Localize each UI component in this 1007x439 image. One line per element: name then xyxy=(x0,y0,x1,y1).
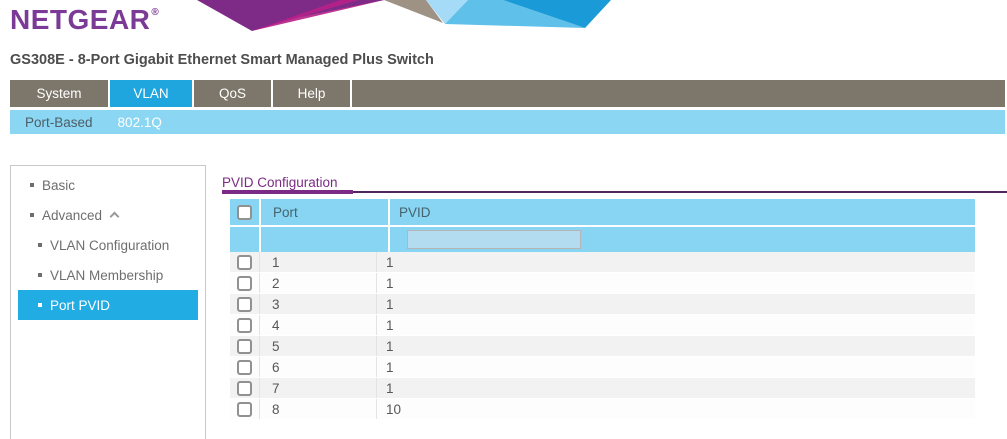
table-row: 3 1 xyxy=(230,294,975,315)
row-checkbox[interactable] xyxy=(237,276,252,291)
port-cell: 8 xyxy=(260,399,377,419)
row-checkbox[interactable] xyxy=(237,402,252,417)
row-checkbox[interactable] xyxy=(237,339,252,354)
row-checkbox[interactable] xyxy=(237,318,252,333)
table-row: 8 10 xyxy=(230,399,975,420)
column-header-port: Port xyxy=(261,199,390,225)
page-title: PVID Configuration xyxy=(222,175,338,190)
table-row: 2 1 xyxy=(230,273,975,294)
pvid-cell: 1 xyxy=(377,294,975,314)
pvid-cell: 1 xyxy=(377,378,975,398)
pvid-table: Port PVID 1 1 2 1 3 1 xyxy=(230,199,975,420)
square-bullet-icon xyxy=(38,303,42,307)
tab-system[interactable]: System xyxy=(10,80,110,107)
row-checkbox[interactable] xyxy=(237,255,252,270)
select-all-checkbox[interactable] xyxy=(237,205,252,220)
registered-trademark: ® xyxy=(151,7,159,18)
netgear-logo: NETGEAR® xyxy=(10,4,159,36)
tab-help[interactable]: Help xyxy=(273,80,352,107)
sidebar-item-label: Basic xyxy=(42,178,75,193)
port-cell: 2 xyxy=(260,273,377,293)
square-bullet-icon xyxy=(30,213,34,217)
tab-vlan[interactable]: VLAN xyxy=(110,80,194,107)
device-title: GS308E - 8-Port Gigabit Ethernet Smart M… xyxy=(10,52,434,68)
table-row: 1 1 xyxy=(230,252,975,273)
sidebar-item-label: VLAN Membership xyxy=(50,268,163,283)
sub-nav: Port-Based 802.1Q xyxy=(10,110,1005,134)
table-edit-row xyxy=(230,227,975,252)
port-cell: 7 xyxy=(260,378,377,398)
subnav-item-8021q[interactable]: 802.1Q xyxy=(118,115,162,130)
page: NETGEAR® GS308E - 8-Port Gigabit Etherne… xyxy=(0,0,1007,439)
sidebar-menu: Basic Advanced VLAN Configuration VLAN M… xyxy=(11,170,205,320)
pvid-cell: 1 xyxy=(377,315,975,335)
square-bullet-icon xyxy=(30,183,34,187)
sidebar-item-basic[interactable]: Basic xyxy=(11,170,205,200)
port-cell: 4 xyxy=(260,315,377,335)
pvid-cell: 10 xyxy=(377,399,975,419)
table-row: 4 1 xyxy=(230,315,975,336)
square-bullet-icon xyxy=(38,273,42,277)
row-checkbox[interactable] xyxy=(237,360,252,375)
port-cell: 6 xyxy=(260,357,377,377)
port-cell: 1 xyxy=(260,252,377,272)
table-header-row: Port PVID xyxy=(230,199,975,225)
table-row: 5 1 xyxy=(230,336,975,357)
sidebar-item-port-pvid[interactable]: Port PVID xyxy=(18,290,198,320)
sidebar-item-label: Advanced xyxy=(42,208,102,223)
pvid-cell: 1 xyxy=(377,336,975,356)
main-nav: System VLAN QoS Help xyxy=(10,80,1005,107)
tab-qos[interactable]: QoS xyxy=(194,80,273,107)
pvid-input[interactable] xyxy=(407,230,581,249)
pvid-cell: 1 xyxy=(377,273,975,293)
row-checkbox[interactable] xyxy=(237,381,252,396)
edit-row-port-cell xyxy=(261,227,390,252)
header-checkbox-cell xyxy=(230,199,261,225)
subnav-item-port-based[interactable]: Port-Based xyxy=(25,115,93,130)
netgear-logo-text: NETGEAR xyxy=(10,4,150,35)
edit-row-pvid-cell xyxy=(390,227,975,252)
chevron-up-icon xyxy=(110,212,120,222)
table-row: 7 1 xyxy=(230,378,975,399)
sidebar: Basic Advanced VLAN Configuration VLAN M… xyxy=(10,165,206,439)
heading-rule-accent xyxy=(222,190,353,194)
table-row: 6 1 xyxy=(230,357,975,378)
sidebar-item-vlan-configuration[interactable]: VLAN Configuration xyxy=(11,230,205,260)
port-cell: 3 xyxy=(260,294,377,314)
sidebar-item-advanced[interactable]: Advanced xyxy=(11,200,205,230)
pvid-cell: 1 xyxy=(377,252,975,272)
column-header-pvid: PVID xyxy=(390,199,975,225)
sidebar-item-label: Port PVID xyxy=(50,298,110,313)
table-body: 1 1 2 1 3 1 4 1 5 1 xyxy=(230,252,975,420)
pvid-cell: 1 xyxy=(377,357,975,377)
square-bullet-icon xyxy=(38,243,42,247)
port-cell: 5 xyxy=(260,336,377,356)
row-checkbox[interactable] xyxy=(237,297,252,312)
sidebar-item-label: VLAN Configuration xyxy=(50,238,169,253)
edit-row-checkbox-cell xyxy=(230,227,261,252)
sidebar-item-vlan-membership[interactable]: VLAN Membership xyxy=(11,260,205,290)
